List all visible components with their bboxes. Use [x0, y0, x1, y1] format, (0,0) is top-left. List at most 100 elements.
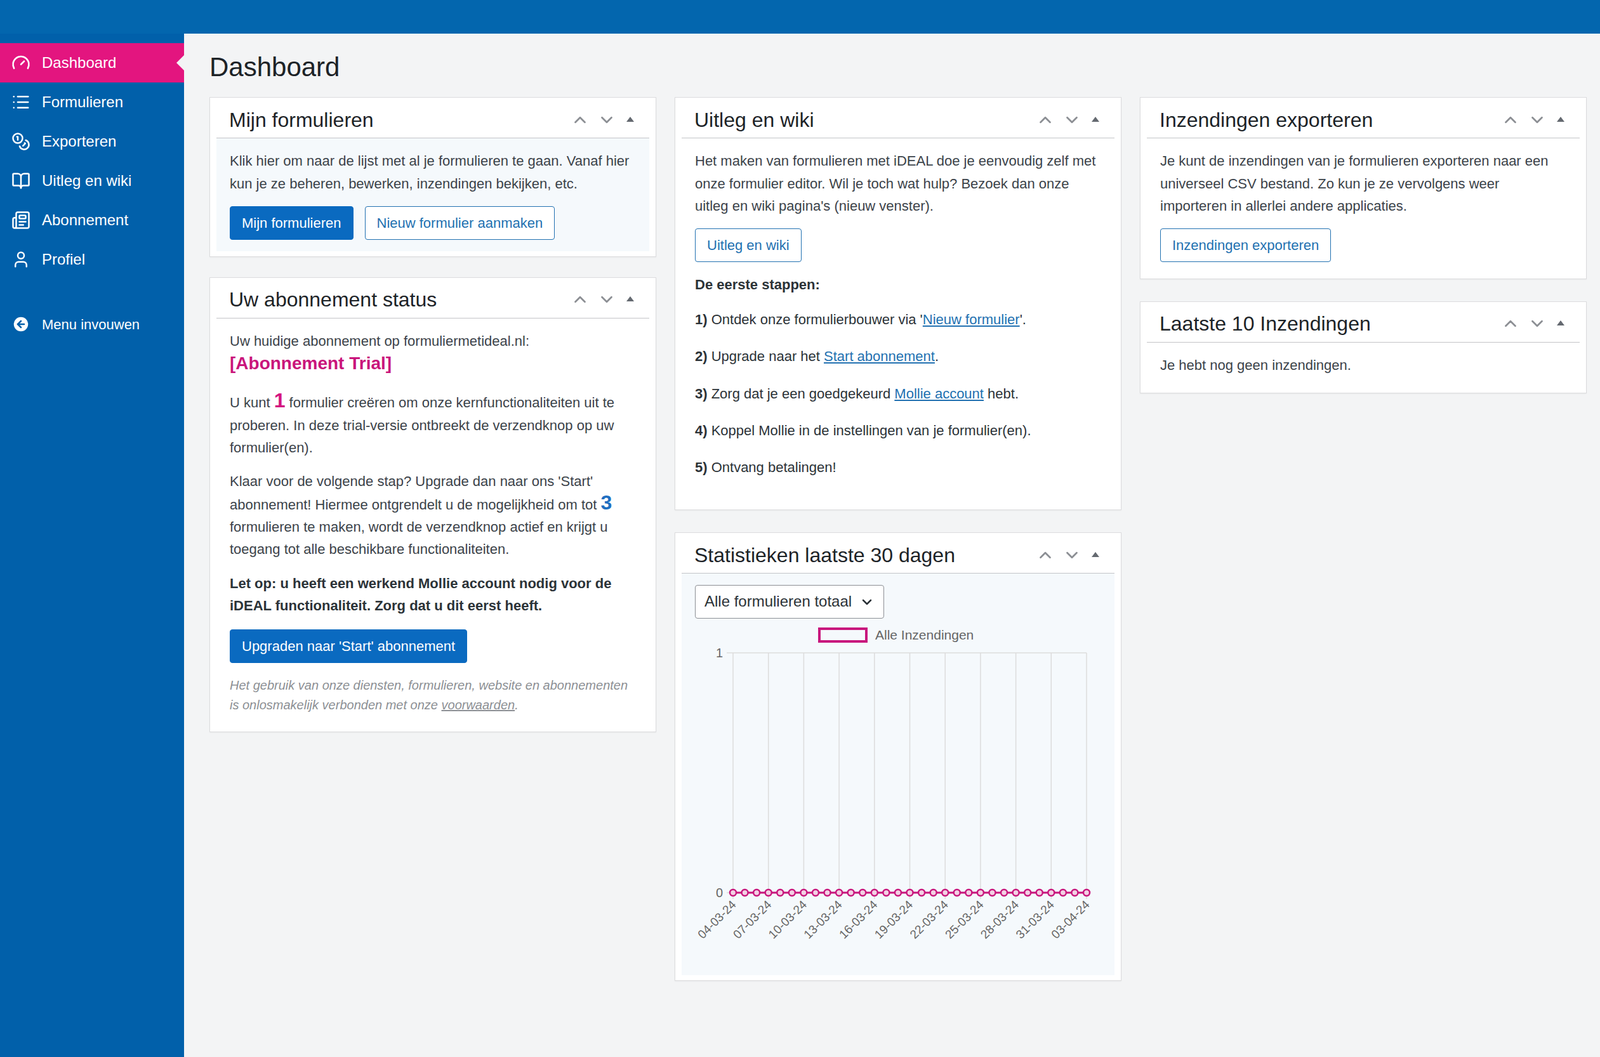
collapse-triangle-icon[interactable]: [623, 113, 637, 127]
step-item: 1) Ontdek onze formulierbouwer via 'Nieu…: [694, 308, 1102, 331]
x-tick: 04-03-24: [694, 898, 739, 942]
wiki-button[interactable]: Uitleg en wiki: [694, 228, 802, 263]
sidebar-item[interactable]: Profiel: [0, 239, 185, 280]
move-down-icon[interactable]: [1062, 110, 1082, 130]
collapse-triangle-icon[interactable]: [1089, 548, 1102, 562]
card-header: Uitleg en wiki: [681, 101, 1115, 139]
data-point[interactable]: [941, 889, 949, 897]
terms-link[interactable]: voorwaarden: [441, 698, 516, 713]
dropdown-chevron-icon: [859, 594, 875, 610]
data-point[interactable]: [835, 889, 843, 897]
move-down-icon[interactable]: [1062, 545, 1082, 565]
collapse-triangle-icon[interactable]: [1554, 113, 1567, 127]
sidebar-item[interactable]: Dashboard: [0, 43, 185, 83]
my-forms-button[interactable]: Mijn formulieren: [229, 206, 354, 240]
data-point[interactable]: [741, 889, 749, 897]
grid-line: [732, 653, 734, 900]
data-point[interactable]: [882, 889, 890, 897]
data-point[interactable]: [729, 889, 737, 897]
collapse-menu-label: Menu invouwen: [41, 314, 140, 336]
data-point[interactable]: [871, 889, 878, 897]
data-point[interactable]: [930, 889, 937, 897]
move-up-icon[interactable]: [1035, 110, 1055, 130]
step-item: 2) Upgrade naar het Start abonnement.: [694, 345, 1102, 368]
subscription-plan: [Abonnement Trial]: [229, 352, 636, 376]
card-body: Het maken van formulieren met iDEAL doe …: [681, 138, 1115, 505]
x-tick: 25-03-24: [942, 898, 987, 942]
data-point[interactable]: [753, 889, 760, 897]
data-point[interactable]: [906, 889, 914, 897]
legend-label: Alle Inzendingen: [875, 627, 974, 643]
form-select[interactable]: Alle formulieren totaal: [694, 585, 885, 619]
card-text: Het maken van formulieren met iDEAL doe …: [694, 149, 1102, 218]
move-up-icon[interactable]: [1500, 110, 1521, 130]
data-point[interactable]: [1071, 889, 1078, 897]
subscription-paragraph: U kunt 1 formulier creëren om onze kernf…: [229, 390, 636, 459]
data-point[interactable]: [965, 889, 972, 897]
x-tick: 10-03-24: [766, 898, 810, 942]
step-number: 1): [694, 311, 708, 328]
data-point[interactable]: [1036, 889, 1043, 897]
export-button[interactable]: Inzendingen exporteren: [1160, 228, 1331, 263]
card-body: Je kunt de inzendingen van je formuliere…: [1146, 138, 1580, 274]
sidebar-item[interactable]: Uitleg en wiki: [0, 161, 185, 201]
data-point[interactable]: [765, 889, 772, 897]
data-point[interactable]: [1024, 889, 1031, 897]
data-point[interactable]: [847, 889, 855, 897]
data-point[interactable]: [1083, 889, 1090, 897]
data-point[interactable]: [776, 889, 784, 897]
step-link[interactable]: Nieuw formulier: [922, 311, 1020, 328]
data-point[interactable]: [988, 889, 996, 897]
data-point[interactable]: [953, 889, 961, 897]
move-up-icon[interactable]: [1500, 314, 1521, 334]
subscription-intro: Uw huidige abonnement op formuliermetide…: [229, 330, 636, 353]
collapse-triangle-icon[interactable]: [1089, 113, 1102, 127]
step-link[interactable]: Mollie account: [894, 385, 984, 402]
data-point[interactable]: [859, 889, 866, 897]
subscription-card: Uw abonnement statusUw huidige abonnemen…: [209, 277, 657, 733]
grid-line: [726, 652, 1087, 654]
move-up-icon[interactable]: [570, 110, 590, 130]
move-down-icon[interactable]: [597, 290, 617, 310]
data-point[interactable]: [788, 889, 796, 897]
data-point[interactable]: [824, 889, 831, 897]
data-point[interactable]: [1012, 889, 1020, 897]
move-down-icon[interactable]: [1527, 314, 1547, 334]
new-form-button[interactable]: Nieuw formulier aanmaken: [364, 206, 556, 240]
menu-item-icon: [11, 132, 31, 152]
card-header: Inzendingen exporteren: [1146, 101, 1580, 139]
data-point[interactable]: [894, 889, 902, 897]
grid-line: [944, 653, 946, 900]
upgrade-button[interactable]: Upgraden naar 'Start' abonnement: [229, 629, 468, 664]
move-down-icon[interactable]: [597, 110, 617, 130]
collapse-triangle-icon[interactable]: [623, 293, 637, 306]
data-point[interactable]: [812, 889, 819, 897]
data-point[interactable]: [977, 889, 984, 897]
grid-line: [979, 653, 982, 900]
collapse-triangle-icon[interactable]: [1554, 317, 1567, 331]
subscription-paragraph: Klaar voor de volgende stap? Upgrade dan…: [229, 470, 636, 562]
sidebar-item[interactable]: Exporteren: [0, 121, 185, 162]
x-tick: 31-03-24: [1012, 898, 1057, 942]
data-point[interactable]: [800, 889, 807, 897]
sidebar-item-label: Abonnement: [41, 208, 129, 232]
collapse-menu[interactable]: Menu invouwen: [0, 304, 185, 344]
card-controls: [1500, 314, 1567, 334]
move-up-icon[interactable]: [570, 290, 590, 310]
move-up-icon[interactable]: [1035, 545, 1055, 565]
sidebar-item[interactable]: Formulieren: [0, 82, 185, 122]
step-link[interactable]: Start abonnement: [823, 348, 935, 365]
data-point[interactable]: [1059, 889, 1067, 897]
collapse-arrow-icon: [11, 314, 31, 334]
sidebar-item[interactable]: Abonnement: [0, 200, 185, 240]
x-tick: 13-03-24: [800, 898, 845, 942]
move-down-icon[interactable]: [1527, 110, 1547, 130]
sidebar-item-label: Formulieren: [41, 90, 124, 114]
data-point[interactable]: [918, 889, 925, 897]
app: Dashboard Formulieren Exporteren Uitleg en …: [0, 0, 1600, 1057]
card-title: Inzendingen exporteren: [1159, 107, 1373, 133]
data-point[interactable]: [1000, 889, 1008, 897]
sidebar-item-label: Exporteren: [41, 130, 117, 153]
x-tick: 07-03-24: [730, 898, 775, 942]
data-point[interactable]: [1047, 889, 1055, 897]
